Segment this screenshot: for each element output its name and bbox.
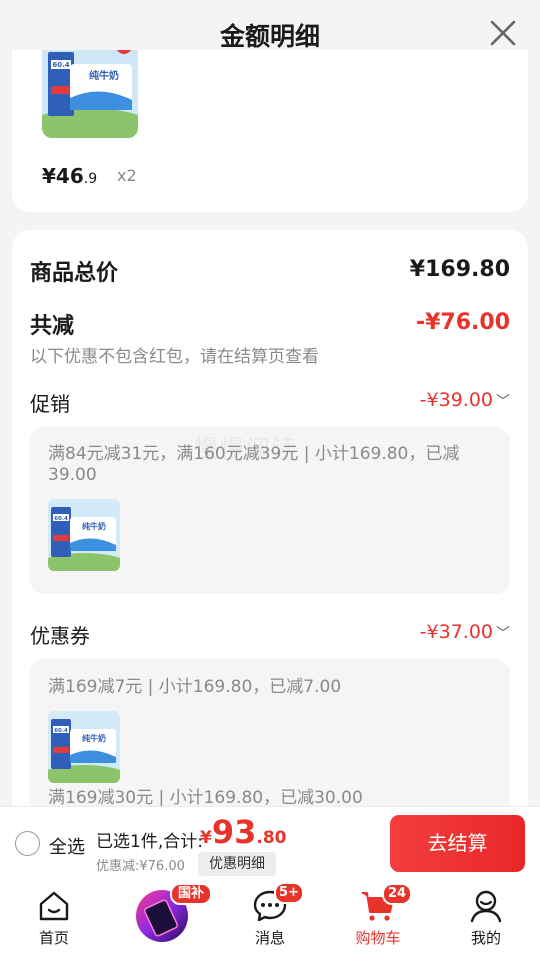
thumb-badge-text: 60.4	[54, 516, 68, 522]
cart-badge: 24	[382, 883, 412, 905]
promotion-box: 慢慢阅读 满84元减31元，满160元减39元 | 小计169.80，已减39.…	[30, 427, 510, 594]
product-card: 60.4 纯牛奶 ¥46.9 x2	[12, 50, 528, 212]
close-icon	[490, 20, 516, 46]
close-button[interactable]	[484, 14, 522, 52]
tab-cart[interactable]: 24 购物车	[338, 880, 418, 955]
total-price-label: 商品总价	[30, 261, 119, 286]
coupon-value: -¥37.00	[419, 621, 493, 643]
tab-messages-label: 消息	[254, 929, 285, 947]
total-reduce-value: -¥76.00	[415, 310, 510, 335]
profile-icon	[470, 890, 502, 923]
thumb-badge-text: 60.4	[54, 728, 68, 734]
home-icon	[39, 891, 69, 921]
selected-summary: 已选1件,合计:	[96, 832, 203, 852]
tab-home-label: 首页	[38, 929, 69, 947]
chevron-down-icon: ﹀	[496, 626, 510, 642]
discount-note: 以下优惠不包含红包，请在结算页查看	[30, 347, 319, 367]
select-all-radio[interactable]	[15, 831, 40, 856]
total-reduce-label: 共减	[30, 314, 75, 339]
promotion-value: -¥39.00	[419, 389, 493, 411]
coupon-label: 优惠券	[30, 624, 90, 648]
page-title: 金额明细	[219, 22, 320, 51]
tab-profile[interactable]: 我的	[446, 880, 526, 955]
tab-profile-label: 我的	[470, 929, 501, 947]
tab-cart-label: 购物车	[355, 929, 401, 947]
discount-amount-note: 优惠减:¥76.00	[96, 859, 185, 874]
total-price-value: ¥169.80	[409, 257, 510, 282]
item-quantity: x2	[117, 166, 137, 185]
price-detail-card: 商品总价 ¥169.80 共减 -¥76.00 以下优惠不包含红包，请在结算页查…	[12, 230, 528, 880]
promotion-product-thumb[interactable]: 60.4 纯牛奶	[48, 499, 120, 571]
currency-symbol: ¥	[42, 164, 56, 188]
message-badge: 5+	[274, 882, 304, 904]
total-currency: ¥	[200, 828, 212, 848]
coupon-detail-1: 满169减7元 | 小计169.80，已减7.00	[48, 677, 342, 697]
promotion-label: 促销	[30, 392, 70, 416]
total-decimal: .80	[256, 828, 287, 848]
promotion-detail: 满84元减31元，满160元减39元 | 小计169.80，已减39.00	[48, 444, 460, 485]
product-image[interactable]: 60.4 纯牛奶	[42, 50, 138, 138]
checkout-bar: 全选 已选1件,合计: ¥93.80 优惠减:¥76.00 优惠明细 去结算	[0, 806, 540, 880]
product-badge-text: 60.4	[52, 61, 69, 69]
tab-messages[interactable]: 5+ 消息	[230, 880, 310, 955]
tab-home[interactable]: 首页	[14, 880, 94, 955]
subsidy-badge: 国补	[170, 883, 212, 905]
chevron-down-icon: ﹀	[496, 394, 510, 410]
product-brand-text: 纯牛奶	[89, 69, 119, 82]
discount-detail-button[interactable]: 优惠明细	[198, 852, 276, 876]
tab-bar: 首页 国补 5+ 消息 24 购物车 我的	[0, 880, 540, 955]
promotion-toggle[interactable]: -¥39.00 ﹀	[420, 389, 510, 411]
thumb-brand-text: 纯牛奶	[82, 521, 106, 531]
price-integer: 46	[55, 164, 84, 188]
checkout-button[interactable]: 去结算	[390, 815, 525, 872]
tab-subsidy[interactable]: 国补	[120, 880, 212, 955]
select-all-label[interactable]: 全选	[49, 833, 85, 859]
coupon-toggle[interactable]: -¥37.00 ﹀	[420, 621, 510, 643]
coupon-product-thumb[interactable]: 60.4 纯牛奶	[48, 711, 120, 783]
item-price: ¥46.9	[42, 164, 97, 188]
price-decimal: .9	[83, 171, 98, 187]
checkout-total: ¥93.80	[200, 813, 287, 851]
total-integer: 93	[211, 813, 257, 851]
thumb-brand-text: 纯牛奶	[82, 733, 106, 743]
